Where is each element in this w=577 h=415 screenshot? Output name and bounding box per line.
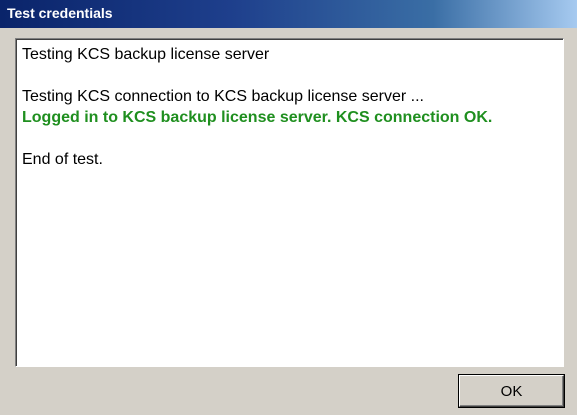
log-line-testing-connection: Testing KCS connection to KCS backup lic… [22,88,424,105]
log-blank-line [22,128,557,149]
log-line-end: End of test. [22,151,103,168]
log-line-testing-server: Testing KCS backup license server [22,46,270,63]
log-blank-line [22,65,557,86]
title-bar[interactable]: Test credentials [0,0,577,28]
dialog-window: Test credentials Testing KCS backup lice… [0,0,577,415]
test-log-textarea[interactable]: Testing KCS backup license server Testin… [15,38,564,367]
log-line-success: Logged in to KCS backup license server. … [22,109,493,126]
ok-button[interactable]: OK [459,375,564,407]
window-title: Test credentials [7,5,113,21]
